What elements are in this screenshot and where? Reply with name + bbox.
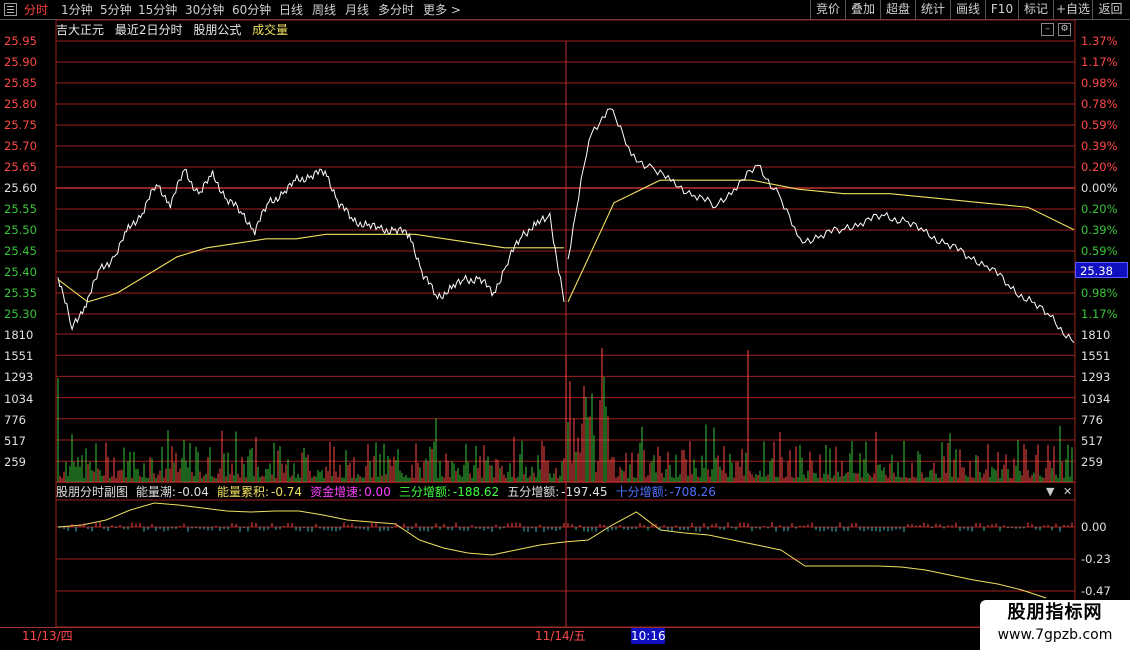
price-tick-left-6: 25.65 bbox=[4, 160, 37, 174]
ind-tick-right-0: 0.00 bbox=[1081, 520, 1107, 534]
price-tick-left-1: 25.90 bbox=[4, 55, 37, 69]
indicator-bar: 股朋分时副图 能量潮: -0.04 能量累积: -0.74 资金增速: 0.00 三分增额:… bbox=[56, 484, 728, 500]
indicator-label: 能量累积: bbox=[216, 485, 269, 499]
price-tick-left-7: 25.60 bbox=[4, 181, 37, 195]
watermark-line2: www.7gpzb.com bbox=[997, 627, 1113, 643]
indicator-label: 三分增额: bbox=[398, 485, 451, 499]
price-tick-left-5: 25.70 bbox=[4, 139, 37, 153]
indicator-close-icon[interactable]: ✕ bbox=[1063, 485, 1072, 498]
pct-tick-right-12: 0.98% bbox=[1081, 286, 1118, 300]
vol-tick-left-0: 1810 bbox=[4, 328, 34, 342]
pct-tick-right-1: 1.17% bbox=[1081, 55, 1118, 69]
indicator-value: 0.00 bbox=[364, 485, 391, 499]
pct-tick-right-3: 0.78% bbox=[1081, 97, 1118, 111]
indicator-value: -708.26 bbox=[669, 485, 716, 499]
indicator-value: -197.45 bbox=[561, 485, 608, 499]
indicator-item-5: 十分增额: -708.26 bbox=[616, 485, 720, 499]
price-tick-left-8: 25.55 bbox=[4, 202, 37, 216]
watermark-logo: 股朋指标网 www.7gpzb.com bbox=[980, 600, 1130, 650]
indicator-value: -0.74 bbox=[271, 485, 303, 499]
pct-tick-right-7: 0.00% bbox=[1081, 181, 1118, 195]
pct-tick-right-8: 0.20% bbox=[1081, 202, 1118, 216]
vol-tick-left-5: 517 bbox=[4, 434, 26, 448]
vol-tick-left-1: 1551 bbox=[4, 349, 34, 364]
price-line-day1 bbox=[57, 168, 565, 332]
indicator-label: 五分增额: bbox=[507, 485, 560, 499]
vol-tick-left-2: 1293 bbox=[4, 370, 34, 385]
date-day2: 11/14/五 bbox=[535, 629, 586, 643]
indicator-label: 能量潮: bbox=[135, 485, 176, 499]
vol-tick-right-0: 1810 bbox=[1081, 328, 1111, 342]
status-strip bbox=[0, 644, 1130, 650]
indicator-name[interactable]: 股朋分时副图 bbox=[56, 485, 128, 499]
time-axis: 11/13/四 11/14/五 10:16 bbox=[0, 627, 1130, 644]
price-tick-left-13: 25.30 bbox=[4, 307, 37, 321]
vol-tick-left-6: 259 bbox=[4, 455, 26, 470]
pct-tick-right-2: 0.98% bbox=[1081, 76, 1118, 90]
indicator-dropdown-icon[interactable]: ▼ bbox=[1046, 485, 1054, 498]
indicator-item-0: 能量潮: -0.04 bbox=[136, 485, 213, 499]
price-tick-left-2: 25.85 bbox=[4, 76, 37, 90]
vol-tick-left-3: 1034 bbox=[4, 391, 34, 406]
vol-tick-right-3: 1034 bbox=[1081, 391, 1111, 406]
pct-tick-right-13: 1.17% bbox=[1081, 307, 1118, 321]
price-line-day2 bbox=[567, 108, 1075, 343]
vol-tick-right-2: 1293 bbox=[1081, 370, 1111, 385]
vol-tick-left-4: 776 bbox=[4, 412, 26, 427]
vol-tick-right-4: 776 bbox=[1081, 412, 1103, 427]
pct-tick-right-0: 1.37% bbox=[1081, 34, 1118, 48]
ind-tick-right-1: -0.23 bbox=[1081, 552, 1111, 566]
price-tick-left-9: 25.50 bbox=[4, 223, 37, 237]
price-tick-left-10: 25.45 bbox=[4, 244, 37, 258]
pct-tick-right-10: 0.59% bbox=[1081, 244, 1118, 258]
indicator-value: -188.62 bbox=[452, 485, 500, 499]
indicator-label: 十分增额: bbox=[615, 485, 668, 499]
avg-price-line-day2 bbox=[567, 179, 1075, 303]
indicator-item-4: 五分增额: -197.45 bbox=[507, 485, 611, 499]
price-tick-left-12: 25.35 bbox=[4, 286, 37, 300]
cursor-time-tag: 10:16 bbox=[631, 628, 666, 644]
energy-accum-line bbox=[57, 502, 1047, 599]
watermark-line1: 股朋指标网 bbox=[1007, 602, 1103, 623]
price-tick-left-3: 25.80 bbox=[4, 97, 37, 111]
intraday-chart[interactable] bbox=[0, 0, 1130, 650]
ind-tick-right-2: -0.47 bbox=[1081, 584, 1111, 598]
indicator-item-3: 三分增额: -188.62 bbox=[399, 485, 503, 499]
indicator-value: -0.04 bbox=[177, 485, 209, 499]
indicator-label: 资金增速: bbox=[310, 485, 363, 499]
price-tick-left-11: 25.40 bbox=[4, 265, 37, 279]
indicator-item-2: 资金增速: 0.00 bbox=[310, 485, 395, 499]
indicator-item-1: 能量累积: -0.74 bbox=[217, 485, 306, 499]
current-price-tag: 25.38 bbox=[1075, 262, 1128, 278]
pct-tick-right-4: 0.59% bbox=[1081, 118, 1118, 132]
avg-price-line-day1 bbox=[57, 233, 564, 303]
pct-tick-right-6: 0.20% bbox=[1081, 160, 1118, 174]
pct-tick-right-9: 0.39% bbox=[1081, 223, 1118, 237]
price-tick-left-4: 25.75 bbox=[4, 118, 37, 132]
price-tick-left-0: 25.95 bbox=[4, 34, 37, 48]
vol-tick-right-5: 517 bbox=[1081, 434, 1103, 448]
vol-tick-right-1: 1551 bbox=[1081, 349, 1111, 364]
vol-tick-right-6: 259 bbox=[1081, 455, 1103, 470]
pct-tick-right-5: 0.39% bbox=[1081, 139, 1118, 153]
date-day1: 11/13/四 bbox=[22, 629, 73, 643]
